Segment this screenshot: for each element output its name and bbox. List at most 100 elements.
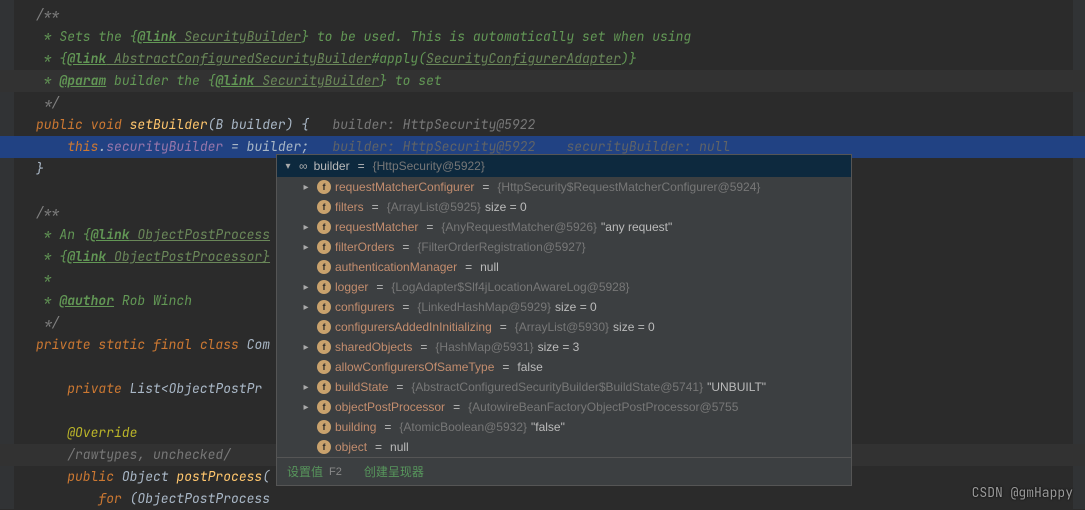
chevron-right-icon[interactable]: ▸: [299, 380, 313, 394]
variable-selected: builder: [247, 138, 302, 155]
variable-row[interactable]: ▸requestMatcherConfigurer={HttpSecurity$…: [277, 177, 851, 197]
variable-row[interactable]: ▸buildState={AbstractConfiguredSecurityB…: [277, 377, 851, 397]
field-value: {LinkedHashMap@5929}: [417, 300, 551, 314]
variable-row[interactable]: ▸configurersAddedInInitializing={ArrayLi…: [277, 317, 851, 337]
class-link[interactable]: ObjectPostProcessor}: [106, 248, 270, 265]
field-value: {AbstractConfiguredSecurityBuilder$Build…: [411, 380, 703, 394]
link-tag[interactable]: @link: [91, 226, 130, 243]
field-private-icon: [317, 180, 331, 194]
link-tag[interactable]: @link: [67, 50, 106, 67]
variable-row[interactable]: ▸authenticationManager=null: [277, 257, 851, 277]
equals: =: [426, 220, 433, 234]
kw: private: [67, 380, 129, 397]
debugger-popup[interactable]: ▾ ∞ builder = {HttpSecurity@5922} ▸ reque…: [276, 154, 852, 486]
class-link[interactable]: ObjectPostProcess: [130, 226, 270, 243]
equals: =: [372, 200, 379, 214]
shortcut-hint: F2: [329, 466, 342, 478]
chevron-down-icon[interactable]: ▾: [281, 159, 295, 173]
param-tag: @param: [59, 72, 106, 89]
chevron-right-icon[interactable]: ▸: [299, 300, 313, 314]
field-extra: size = 3: [538, 340, 580, 354]
author-tag: @author: [59, 292, 114, 309]
variable-value: {HttpSecurity@5922}: [373, 159, 485, 173]
type: (ObjectPostProcess: [130, 490, 270, 507]
popup-header-row[interactable]: ▾ ∞ builder = {HttpSecurity@5922}: [277, 155, 851, 177]
set-value-link[interactable]: 设置值: [287, 463, 323, 480]
chevron-right-icon[interactable]: ▸: [299, 280, 313, 294]
variable-row[interactable]: ▸object=null: [277, 437, 851, 457]
inline-hint: builder: HttpSecurity@5922: [332, 116, 535, 133]
equals: =: [502, 360, 509, 374]
variable-row[interactable]: ▸allowConfigurersOfSameType=false: [277, 357, 851, 377]
chevron-right-icon: ▸: [299, 360, 313, 374]
chevron-right-icon: ▸: [299, 440, 313, 454]
folded-comment[interactable]: /rawtypes, unchecked/: [67, 446, 231, 463]
params: (B builder) {: [208, 116, 333, 133]
variable-name: builder: [314, 159, 350, 173]
variable-row[interactable]: ▸objectPostProcessor={AutowireBeanFactor…: [277, 397, 851, 417]
class-link[interactable]: SecurityBuilder: [176, 28, 301, 45]
variable-row[interactable]: ▸building={AtomicBoolean@5932} "false": [277, 417, 851, 437]
field-extra: size = 0: [613, 320, 655, 334]
link-tag[interactable]: @link: [67, 248, 106, 265]
chevron-right-icon[interactable]: ▸: [299, 180, 313, 194]
doc: *: [36, 292, 59, 309]
class-link[interactable]: AbstractConfiguredSecurityBuilder: [106, 50, 371, 67]
kw: final: [153, 336, 192, 353]
kw: void: [83, 116, 130, 133]
field-value: {HashMap@5931}: [435, 340, 533, 354]
inline-hint: securityBuilder: null: [535, 138, 730, 155]
link-tag[interactable]: @link: [137, 28, 176, 45]
param-name: builder: [106, 72, 168, 89]
field-name: requestMatcherConfigurer: [335, 180, 474, 194]
watermark: CSDN @gmHappy: [972, 484, 1073, 501]
kw: private: [36, 336, 91, 353]
variable-row[interactable]: ▸sharedObjects={HashMap@5931} size = 3: [277, 337, 851, 357]
field-value: {AnyRequestMatcher@5926}: [441, 220, 597, 234]
equals: =: [482, 180, 489, 194]
class-link[interactable]: SecurityConfigurerAdapter: [426, 50, 621, 67]
kw: static: [91, 336, 153, 353]
method-name: setBuilder: [130, 116, 208, 133]
variable-row[interactable]: ▸filterOrders={FilterOrderRegistration@5…: [277, 237, 851, 257]
field-extra: size = 0: [555, 300, 597, 314]
chevron-right-icon[interactable]: ▸: [299, 240, 313, 254]
annotation: @Override: [67, 424, 137, 441]
field-name: logger: [335, 280, 368, 294]
doc: * {: [36, 50, 67, 67]
chevron-right-icon[interactable]: ▸: [299, 400, 313, 414]
field-value: {LogAdapter$Slf4jLocationAwareLog@5928}: [391, 280, 629, 294]
field-private-icon: [317, 280, 331, 294]
field-value: {AtomicBoolean@5932}: [399, 420, 527, 434]
variable-row[interactable]: ▸filters={ArrayList@5925} size = 0: [277, 197, 851, 217]
field-value: null: [480, 260, 499, 274]
equals: =: [453, 400, 460, 414]
equals: =: [384, 420, 391, 434]
semi: ;: [301, 138, 332, 155]
variable-row[interactable]: ▸logger={LogAdapter$Slf4jLocationAwareLo…: [277, 277, 851, 297]
field-private-icon: [317, 340, 331, 354]
field-private-icon: [317, 320, 331, 334]
chevron-right-icon[interactable]: ▸: [299, 340, 313, 354]
chevron-right-icon[interactable]: ▸: [299, 220, 313, 234]
variable-row[interactable]: ▸requestMatcher={AnyRequestMatcher@5926}…: [277, 217, 851, 237]
kw: public: [36, 116, 83, 133]
equals: =: [375, 440, 382, 454]
field-value: null: [390, 440, 409, 454]
field-name: building: [335, 420, 376, 434]
chevron-right-icon: ▸: [299, 320, 313, 334]
comment-line: */: [36, 94, 59, 111]
field-name: filters: [335, 200, 364, 214]
field-value: {ArrayList@5930}: [515, 320, 609, 334]
class-link[interactable]: SecurityBuilder: [254, 72, 379, 89]
field-icon: [317, 380, 331, 394]
variable-row[interactable]: ▸configurers={LinkedHashMap@5929} size =…: [277, 297, 851, 317]
op: =: [223, 138, 246, 155]
create-renderer-link[interactable]: 创建呈现器: [364, 463, 424, 480]
doc: the {: [169, 72, 216, 89]
field-icon: [317, 200, 331, 214]
field-value: false: [517, 360, 542, 374]
equals: =: [358, 159, 365, 173]
link-tag[interactable]: @link: [215, 72, 254, 89]
doc: * An {: [36, 226, 91, 243]
